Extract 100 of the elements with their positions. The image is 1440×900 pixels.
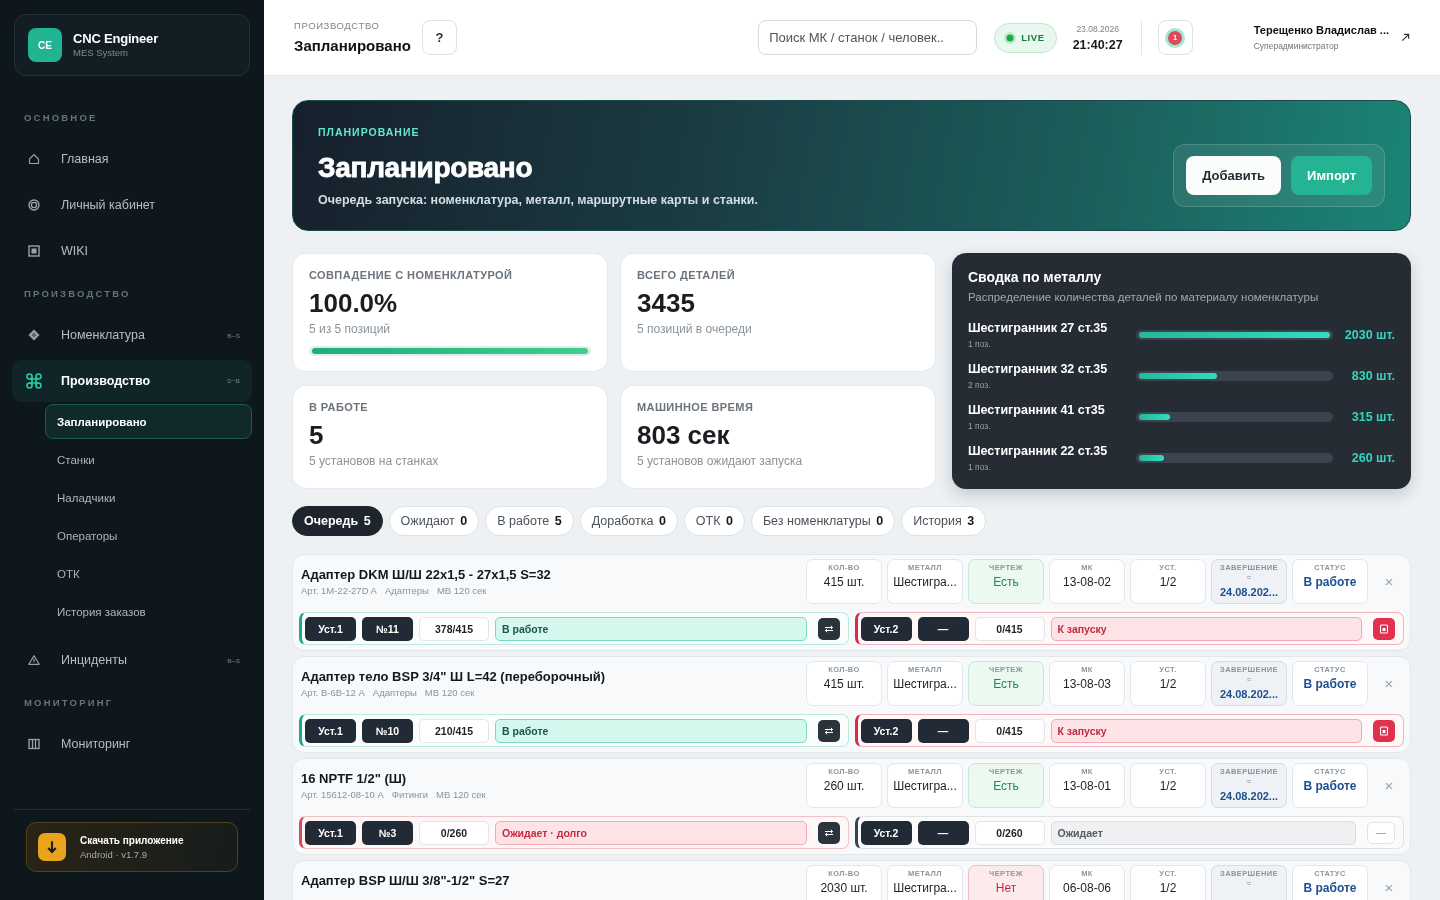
cell-value: 13-08-01 <box>1062 779 1111 793</box>
stat-value: 5 <box>309 420 325 450</box>
nav-subitem[interactable]: Станки <box>45 442 252 477</box>
arrow-icon[interactable] <box>1401 33 1410 42</box>
nav-item[interactable]: WIKI <box>12 230 252 272</box>
stat-label: В РАБОТЕ <box>309 400 370 414</box>
brand-card[interactable]: CE CNC Engineer MES System <box>14 14 250 76</box>
filter-tab[interactable]: Доработка 0 <box>579 506 678 536</box>
setup-tag: Уст.2 <box>860 718 912 743</box>
diamond-icon <box>28 329 40 341</box>
expand-toggle[interactable]: в–ѕ <box>227 330 240 340</box>
home-icon <box>28 153 40 165</box>
launch-button[interactable] <box>1373 617 1395 640</box>
cell-value: 1/2 <box>1159 881 1177 895</box>
setup-status: К запуску <box>1050 616 1362 641</box>
approx-sign: ≈ <box>1246 573 1252 582</box>
cell-value: В работе <box>1303 575 1357 589</box>
search-field[interactable]: Поиск МК / станок / человек.. <box>758 20 978 55</box>
machine-tag: — <box>917 718 969 743</box>
cell-value: Шестигра... <box>893 575 957 589</box>
progress-count: 378/415 <box>419 616 489 641</box>
columns-icon <box>28 738 40 750</box>
stat-note: 5 установов на станках <box>309 453 440 469</box>
metal-total: 260 шт. <box>1350 450 1395 465</box>
metal-name: Шестигранник 32 ст.35 <box>968 360 1109 377</box>
cell-value: 13-08-02 <box>1062 575 1111 589</box>
nav-item[interactable]: Главная <box>12 138 252 180</box>
metal-total: 830 шт. <box>1350 368 1395 383</box>
stat-note: 5 позиций в очереди <box>637 321 753 337</box>
cell-value: 415 шт. <box>823 575 865 589</box>
nav-subitem[interactable]: Запланировано <box>45 404 252 439</box>
section-title: ПРОИЗВОДСТВО <box>24 287 132 301</box>
help-button[interactable]: ? <box>421 20 457 55</box>
nav-item[interactable]: Номенклатура в–ѕ <box>12 314 252 356</box>
user-name: Терещенко Владислав ... <box>1253 23 1389 38</box>
expand-toggle[interactable]: в–ѕ <box>227 655 240 665</box>
nav-item[interactable]: Инциденты в–ѕ <box>12 639 252 681</box>
nav-subitem[interactable]: ОТК <box>45 556 252 591</box>
stat-value: 100.0% <box>309 288 399 318</box>
cell-value: 06-08-06 <box>1062 881 1111 895</box>
app-subtitle: MES System <box>73 47 129 59</box>
swap-button[interactable] <box>817 719 840 742</box>
add-button[interactable]: Добавить <box>1186 156 1282 195</box>
cell-value: Есть <box>993 575 1019 589</box>
command-icon <box>26 373 42 389</box>
ring-icon <box>28 199 40 211</box>
setup-status: К запуску <box>1050 718 1362 743</box>
section-title: МОНИТОРИНГ <box>24 696 115 710</box>
approx-sign: ≈ <box>1246 675 1252 684</box>
metal-count: 1 поз. <box>968 460 992 473</box>
order-detail: Арт. 15612-08-10 А <box>301 788 384 801</box>
filter-tab[interactable]: Без номенклатуры 0 <box>750 506 896 536</box>
order-detail: Адаптеры <box>384 584 429 597</box>
stat-label: МАШИННОЕ ВРЕМЯ <box>637 400 755 414</box>
swap-button[interactable] <box>817 821 840 844</box>
metal-name: Шестигранник 41 ст35 <box>968 401 1106 418</box>
cell-value: 24.08.202... <box>1219 586 1279 599</box>
document-icon <box>1379 725 1389 736</box>
cell-value: 415 шт. <box>823 677 865 691</box>
filter-tab[interactable]: В работе 5 <box>485 506 574 536</box>
swap-icon <box>823 827 834 838</box>
expand-toggle[interactable]: в–ѕ <box>227 376 240 386</box>
order-detail: Фитинги <box>391 788 429 801</box>
order-title: Адаптер BSP Ш/Ш 3/8"-1/2" S=27 <box>301 872 511 889</box>
filter-tab[interactable]: Очередь 5 <box>292 506 383 536</box>
progress-count: 0/260 <box>419 820 489 845</box>
download-card[interactable]: Скачать приложение Android · v1.7.9 <box>26 822 238 872</box>
breadcrumb: ПРОИЗВОДСТВО <box>294 19 381 32</box>
filter-tab[interactable]: Ожидают 0 <box>388 506 480 536</box>
machine-tag: — <box>917 820 969 845</box>
stat-label: СОВПАДЕНИЕ С НОМЕНКЛАТУРОЙ <box>309 268 514 282</box>
page-title: Запланировано <box>294 36 411 56</box>
setup-tag: Уст.1 <box>305 718 356 743</box>
approx-sign: ≈ <box>1246 777 1252 786</box>
order-detail: Арт. В-6В-12 А <box>301 686 365 699</box>
nav-subitem[interactable]: История заказов <box>45 594 252 629</box>
cell-value: Шестигра... <box>893 677 957 691</box>
cell-value: Шестигра... <box>893 779 957 793</box>
nav-subitem[interactable]: Наладчики <box>45 480 252 515</box>
approx-sign: ≈ <box>1246 879 1252 888</box>
live-dot-icon <box>1004 31 1017 44</box>
swap-button[interactable] <box>817 617 840 640</box>
filter-tab[interactable]: ОТК 0 <box>683 506 745 536</box>
hero-subtitle: Очередь запуска: номенклатура, металл, маршрутные карты и станки. <box>318 192 758 208</box>
order-detail: МВ 120 сек <box>424 686 475 699</box>
nav-item[interactable]: Производство в–ѕ <box>12 360 252 402</box>
nav-subitem[interactable]: Операторы <box>45 518 252 553</box>
document-icon <box>1379 623 1389 634</box>
nav-item[interactable]: Мониторинг <box>12 723 252 765</box>
metal-subtitle: Распределение количества деталей по материалу номенклатуры <box>968 290 1320 304</box>
launch-button[interactable] <box>1373 719 1395 742</box>
metal-total: 2030 шт. <box>1343 327 1395 342</box>
user-role: Суперадминистратор <box>1253 40 1340 52</box>
cell-value: Есть <box>993 779 1019 793</box>
nav-item[interactable]: Личный кабинет <box>12 184 252 226</box>
filter-tab[interactable]: История 3 <box>901 506 987 536</box>
order-title: 16 NPTF 1/2" (Ш) <box>301 770 408 787</box>
setup-tag: Уст.2 <box>860 616 912 641</box>
metal-title: Сводка по металлу <box>968 268 1103 286</box>
machine-tag: №11 <box>362 616 413 641</box>
